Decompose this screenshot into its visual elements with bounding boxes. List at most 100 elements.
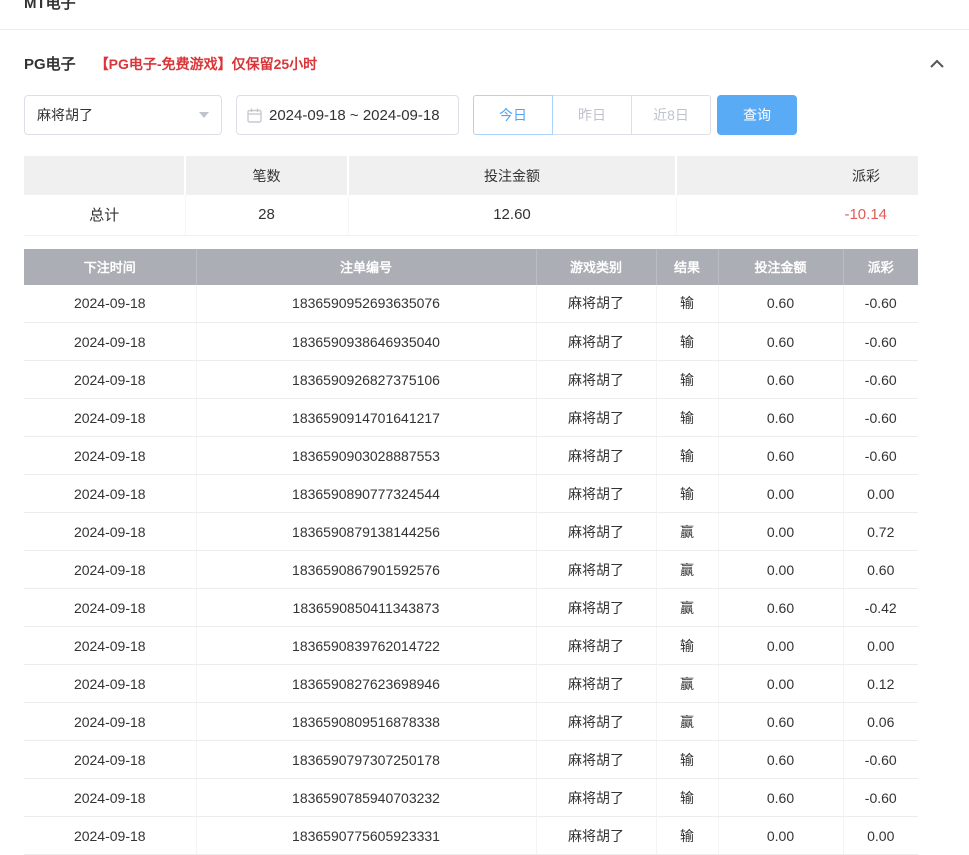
game-type-cell: 麻将胡了	[536, 665, 656, 703]
result-cell: 赢	[656, 589, 718, 627]
bet-time-cell: 2024-09-18	[24, 437, 196, 475]
table-row: 2024-09-181836590903028887553麻将胡了输0.60-0…	[24, 437, 918, 475]
bet-id-cell: 1836590850411343873	[196, 589, 536, 627]
bet-id-cell: 1836590952693635076	[196, 285, 536, 323]
bet-id-cell: 1836590938646935040	[196, 323, 536, 361]
table-row: 2024-09-181836590867901592576麻将胡了赢0.000.…	[24, 551, 918, 589]
header-result: 结果	[656, 249, 718, 285]
payout-cell: -0.60	[843, 361, 918, 399]
game-select[interactable]: 麻将胡了	[24, 95, 222, 135]
quick-range-group: 今日昨日近8日	[473, 95, 711, 135]
game-type-cell: 麻将胡了	[536, 361, 656, 399]
header-game-type: 游戏类别	[536, 249, 656, 285]
summary-header-count: 笔数	[185, 156, 348, 195]
bet-amount-cell: 0.00	[718, 475, 843, 513]
table-row: 2024-09-181836590827623698946麻将胡了赢0.000.…	[24, 665, 918, 703]
section-pg-notice: 【PG电子-免费游戏】仅保留25小时	[95, 54, 317, 74]
report-page: MT电子 PG电子 【PG电子-免费游戏】仅保留25小时 麻将胡了 2024-0…	[0, 0, 969, 855]
bet-amount-cell: 0.60	[718, 437, 843, 475]
result-cell: 输	[656, 285, 718, 323]
result-cell: 输	[656, 399, 718, 437]
header-payout: 派彩	[843, 249, 918, 285]
game-type-cell: 麻将胡了	[536, 399, 656, 437]
table-row: 2024-09-181836590809516878338麻将胡了赢0.600.…	[24, 703, 918, 741]
bet-amount-cell: 0.60	[718, 741, 843, 779]
bet-time-cell: 2024-09-18	[24, 475, 196, 513]
bet-amount-cell: 0.00	[718, 513, 843, 551]
payout-cell: 0.12	[843, 665, 918, 703]
bet-amount-cell: 0.00	[718, 551, 843, 589]
result-cell: 输	[656, 323, 718, 361]
bet-amount-cell: 0.60	[718, 399, 843, 437]
collapse-chevron-up-icon[interactable]	[929, 58, 945, 70]
table-row: 2024-09-181836590926827375106麻将胡了输0.60-0…	[24, 361, 918, 399]
bet-time-cell: 2024-09-18	[24, 361, 196, 399]
bet-time-cell: 2024-09-18	[24, 741, 196, 779]
summary-header-row: 笔数 投注金额 派彩	[24, 156, 918, 195]
result-cell: 输	[656, 741, 718, 779]
bet-id-cell: 1836590879138144256	[196, 513, 536, 551]
section-pg: PG电子 【PG电子-免费游戏】仅保留25小时 麻将胡了 2024-09-18 …	[0, 30, 969, 855]
result-cell: 输	[656, 627, 718, 665]
game-type-cell: 麻将胡了	[536, 741, 656, 779]
table-row: 2024-09-181836590785940703232麻将胡了输0.60-0…	[24, 779, 918, 817]
game-type-cell: 麻将胡了	[536, 285, 656, 323]
summary-header-payout: 派彩	[676, 156, 918, 195]
bet-amount-cell: 0.60	[718, 323, 843, 361]
bet-table-header-row: 下注时间 注单编号 游戏类别 结果 投注金额 派彩	[24, 249, 918, 285]
game-type-cell: 麻将胡了	[536, 779, 656, 817]
result-cell: 赢	[656, 703, 718, 741]
summary-count-value: 28	[185, 195, 348, 235]
quick-button-yesterday[interactable]: 昨日	[552, 95, 632, 135]
game-select-value: 麻将胡了	[37, 105, 93, 125]
bet-time-cell: 2024-09-18	[24, 589, 196, 627]
summary-total-row: 总计 28 12.60 -10.14	[24, 195, 918, 235]
section-mt-title[interactable]: MT电子	[24, 0, 76, 13]
date-range-value: 2024-09-18 ~ 2024-09-18	[269, 107, 440, 124]
header-bet-id: 注单编号	[196, 249, 536, 285]
summary-header-empty	[24, 156, 185, 195]
bet-time-cell: 2024-09-18	[24, 665, 196, 703]
payout-cell: -0.60	[843, 437, 918, 475]
payout-cell: -0.60	[843, 779, 918, 817]
payout-cell: 0.00	[843, 627, 918, 665]
bet-time-cell: 2024-09-18	[24, 323, 196, 361]
header-bet-amount: 投注金额	[718, 249, 843, 285]
section-pg-title: PG电子	[24, 53, 76, 74]
table-row: 2024-09-181836590914701641217麻将胡了输0.60-0…	[24, 399, 918, 437]
bet-id-cell: 1836590903028887553	[196, 437, 536, 475]
result-cell: 输	[656, 361, 718, 399]
result-cell: 输	[656, 437, 718, 475]
bet-time-cell: 2024-09-18	[24, 399, 196, 437]
bet-time-cell: 2024-09-18	[24, 513, 196, 551]
bet-table-body: 2024-09-181836590952693635076麻将胡了输0.60-0…	[24, 285, 918, 855]
bet-id-cell: 1836590797307250178	[196, 741, 536, 779]
result-cell: 赢	[656, 513, 718, 551]
bet-id-cell: 1836590890777324544	[196, 475, 536, 513]
payout-cell: 0.60	[843, 551, 918, 589]
bet-amount-cell: 0.00	[718, 627, 843, 665]
game-type-cell: 麻将胡了	[536, 323, 656, 361]
game-type-cell: 麻将胡了	[536, 475, 656, 513]
table-row: 2024-09-181836590850411343873麻将胡了赢0.60-0…	[24, 589, 918, 627]
bet-id-cell: 1836590839762014722	[196, 627, 536, 665]
bet-id-cell: 1836590914701641217	[196, 399, 536, 437]
search-button[interactable]: 查询	[717, 95, 797, 135]
bet-amount-cell: 0.60	[718, 703, 843, 741]
bet-table: 下注时间 注单编号 游戏类别 结果 投注金额 派彩 2024-09-181836…	[24, 249, 918, 855]
payout-cell: 0.72	[843, 513, 918, 551]
bet-amount-cell: 0.60	[718, 779, 843, 817]
payout-cell: 0.00	[843, 475, 918, 513]
quick-button-today[interactable]: 今日	[473, 95, 553, 135]
bet-id-cell: 1836590926827375106	[196, 361, 536, 399]
quick-button-last8days[interactable]: 近8日	[631, 95, 711, 135]
game-type-cell: 麻将胡了	[536, 551, 656, 589]
result-cell: 输	[656, 779, 718, 817]
table-row: 2024-09-181836590890777324544麻将胡了输0.000.…	[24, 475, 918, 513]
calendar-icon	[247, 108, 262, 123]
summary-payout-value: -10.14	[676, 195, 918, 235]
date-range-input[interactable]: 2024-09-18 ~ 2024-09-18	[236, 95, 459, 135]
game-type-cell: 麻将胡了	[536, 703, 656, 741]
table-row: 2024-09-181836590797307250178麻将胡了输0.60-0…	[24, 741, 918, 779]
game-type-cell: 麻将胡了	[536, 627, 656, 665]
